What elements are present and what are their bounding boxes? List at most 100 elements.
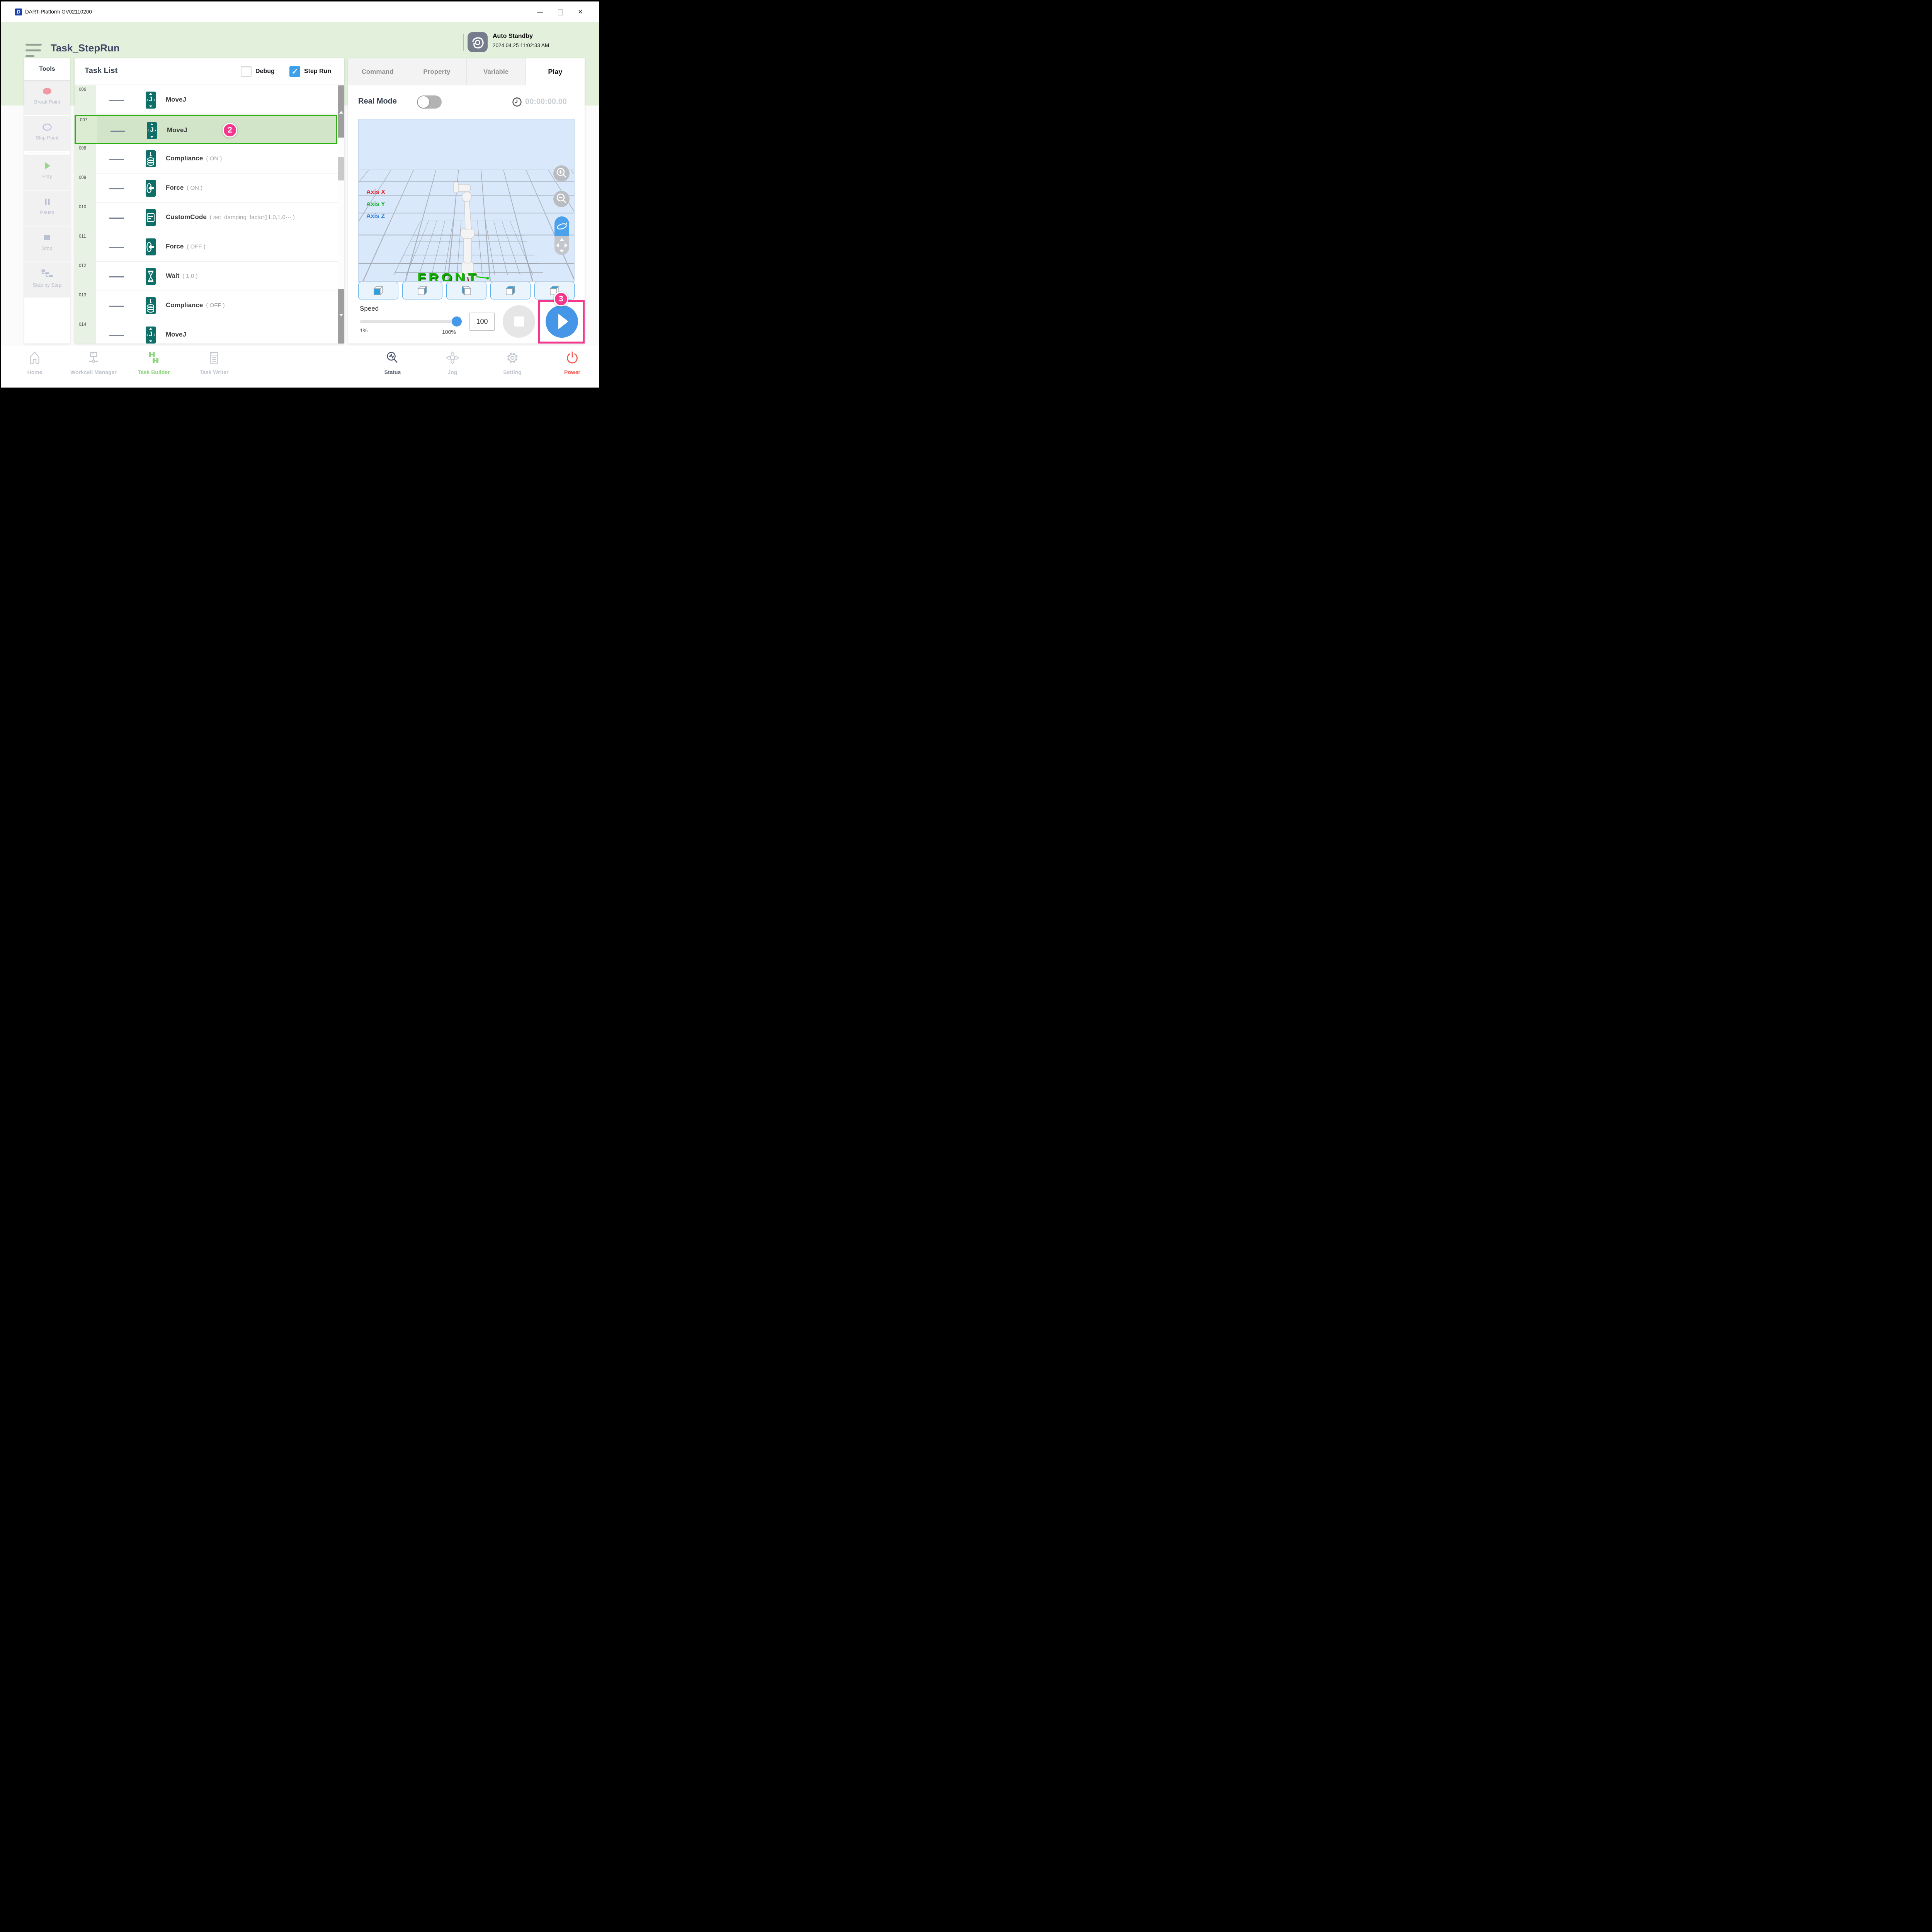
pan-view-button[interactable] [554,236,569,255]
command-param: ( 1.0 ) [182,273,197,279]
annotation-badge-3: 3 [554,292,568,306]
scrollbar-thumb[interactable] [338,157,344,180]
tab-play[interactable]: Play [526,58,585,85]
speed-slider-track[interactable] [360,320,458,323]
row-number: 007 [80,118,87,122]
tool-stop-button[interactable]: Stop [24,226,70,262]
command-label: Compliance( ON ) [166,155,222,162]
stop-playback-button[interactable] [503,305,535,338]
tool-label: Stop [24,245,70,251]
tree-branch [109,276,124,277]
nav-status[interactable]: Status [384,351,401,375]
tool-label: Pause [24,209,70,215]
workcell-icon [87,360,100,366]
tab-variable[interactable]: Variable [467,58,526,85]
tree-branch [109,100,124,101]
row-number: 011 [79,234,86,239]
tool-skippoint-button[interactable]: Skip Point [24,116,70,151]
real-mode-toggle[interactable] [417,95,442,109]
row-number: 008 [79,146,86,151]
command-label: Wait( 1.0 ) [166,272,197,280]
tool-breakpoint-button[interactable]: Break Point [24,80,70,115]
right-panel: CommandPropertyVariablePlay Real Mode 00… [348,58,585,344]
speed-max-label: 100% [442,329,456,335]
tab-property[interactable]: Property [407,58,466,85]
row-number-cell: 013 [75,291,96,320]
scroll-up-button[interactable] [338,85,344,138]
tree-branch [109,247,124,248]
view-right-button[interactable] [402,282,442,299]
robot-status-icon[interactable] [468,32,488,52]
jog-icon [446,360,459,366]
task-row-009[interactable]: 009Force( ON ) [75,173,344,203]
view-iso-button[interactable] [490,282,531,299]
nav-task-writer[interactable]: Task Writer [200,351,229,375]
axis-legend: Axis XAxis YAxis Z [366,189,385,225]
task-list-panel: Task List Debug ✓ Step Run 006‹›JMoveJ00… [75,58,344,344]
nav-label: Power [564,369,580,375]
speed-value-field[interactable]: 100 [469,313,495,331]
step-run-checkbox[interactable]: ✓ [289,66,300,77]
tool-stepbystep-button[interactable]: Step by Step [24,262,70,298]
nav-jog[interactable]: Jog [446,351,459,375]
breakpoint-icon [42,87,53,97]
nav-label: Task Writer [200,369,229,375]
task-row-008[interactable]: 008 Compliance( ON ) [75,144,344,173]
rotate-view-button[interactable] [554,216,569,236]
nav-power[interactable]: Power [564,351,580,375]
stop-icon [42,233,53,243]
nav-label: Workcell Manager [70,369,117,375]
minimize-button[interactable]: — [534,7,546,17]
task-row-010[interactable]: 010CustomCode( set_damping_factor([1.0,1… [75,203,344,232]
task-row-013[interactable]: 013Compliance( OFF ) [75,291,344,320]
row-number-cell: 010 [75,203,96,232]
maximize-button[interactable] [554,7,566,17]
task-row-012[interactable]: 012Wait( 1.0 ) [75,262,344,291]
nav-home[interactable]: Home [27,351,43,375]
task-row-011[interactable]: 011Force( OFF ) [75,232,344,262]
taskwriter-icon [207,360,221,366]
command-label: MoveJ [166,96,186,104]
view-left-button[interactable] [446,282,486,299]
debug-label: Debug [255,68,275,75]
debug-checkbox[interactable] [241,66,252,77]
speed-min-label: 1% [360,327,367,333]
zoom-out-button[interactable] [553,191,570,207]
close-button[interactable]: ✕ [575,7,586,17]
nav-workcell-manager[interactable]: Workcell Manager [70,351,117,375]
power-icon [565,360,579,366]
compliance-command-icon [146,150,156,167]
nav-label: Task Builder [138,369,170,375]
nav-task-builder[interactable]: Task Builder [138,351,170,375]
command-label: MoveJ [166,331,186,338]
tab-command[interactable]: Command [348,58,407,85]
scroll-down-button[interactable] [338,289,344,344]
speed-slider-thumb[interactable] [452,316,462,327]
tools-panel: Tools Break PointSkip PointPlayPauseStop… [24,58,70,344]
tool-label: Skip Point [24,135,70,141]
task-row-006[interactable]: 006‹›JMoveJ [75,85,344,115]
step-run-label: Step Run [304,68,331,75]
tool-pause-button[interactable]: Pause [24,190,70,226]
nav-setting[interactable]: Setting [503,351,521,375]
tool-play-button[interactable]: Play [24,155,70,190]
status-icon [386,360,400,366]
task-row-007[interactable]: 007‹›JMoveJ [75,115,337,144]
command-param: ( OFF ) [187,243,205,250]
simulation-viewport[interactable]: Axis XAxis YAxis Z [358,119,575,282]
zoom-in-button[interactable] [553,165,570,182]
taskbuilder-icon [147,360,161,366]
tree-branch [109,159,124,160]
command-param: ( set_damping_factor([1.0,1.0⋯ ) [210,214,295,221]
movej-command-icon: ‹›J [146,92,156,109]
view-front-button[interactable] [358,282,398,299]
axis-label: Axis Z [366,213,385,220]
menu-icon[interactable] [26,43,43,58]
tree-branch [109,335,124,336]
task-scrollbar[interactable] [338,85,344,344]
movej-command-icon: ‹›J [147,122,157,139]
row-number-cell: 014 [75,320,96,344]
tree-branch [109,218,124,219]
dart-logo-icon: D [15,9,22,15]
task-row-014[interactable]: 014‹›JMoveJ [75,320,344,344]
